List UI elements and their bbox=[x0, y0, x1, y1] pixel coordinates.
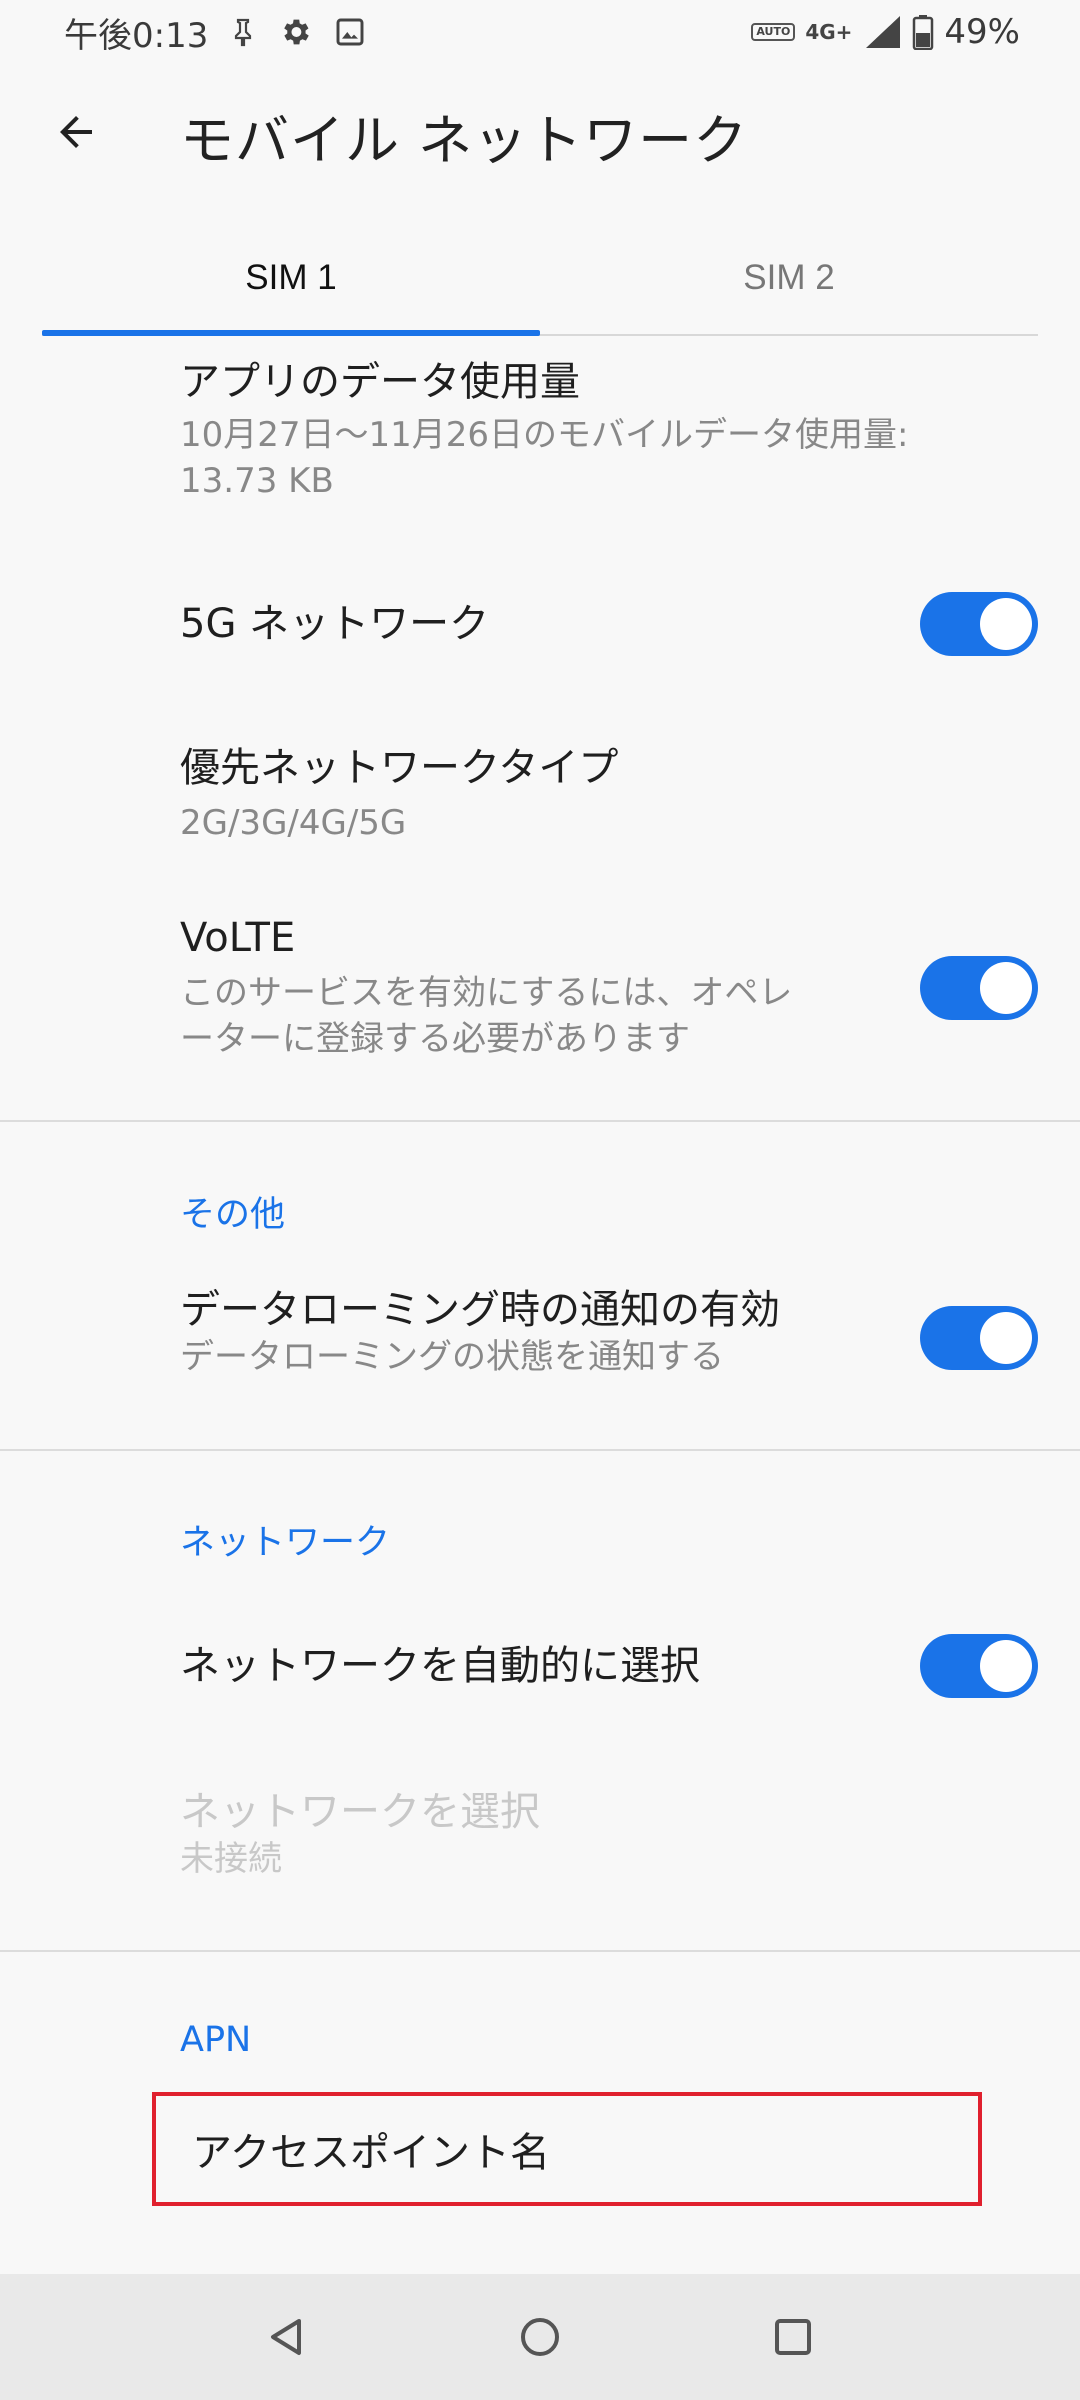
preferred-network-value: 2G/3G/4G/5G bbox=[180, 803, 407, 843]
nav-back-button[interactable] bbox=[247, 2297, 327, 2377]
nav-recents-button[interactable] bbox=[753, 2297, 833, 2377]
volte-desc-1: このサービスを有効にするには、オペレ bbox=[180, 973, 793, 1013]
section-header-network: ネットワーク bbox=[180, 1523, 391, 1563]
app-data-usage-item[interactable]: アプリのデータ使用量 10月27日～11月26日のモバイルデータ使用量: 13.… bbox=[180, 358, 1038, 504]
pin-icon bbox=[230, 17, 256, 47]
gear-icon bbox=[278, 15, 312, 49]
system-nav-bar bbox=[0, 2274, 1080, 2400]
auto-select-network-toggle[interactable] bbox=[920, 1634, 1038, 1698]
divider bbox=[0, 1449, 1080, 1451]
arrow-back-icon bbox=[60, 116, 92, 148]
volte-item[interactable]: VoLTE このサービスを有効にするには、オペレ ーターに登録する必要があります bbox=[180, 914, 840, 1062]
signal-icon bbox=[862, 14, 902, 50]
network-5g-toggle[interactable] bbox=[920, 592, 1038, 656]
tab-sim1[interactable]: SIM 1 bbox=[42, 220, 540, 336]
auto-select-network-item[interactable]: ネットワークを自動的に選択 bbox=[180, 1642, 840, 1690]
page-title: モバイル ネットワーク bbox=[180, 109, 749, 172]
circle-home-icon bbox=[520, 2318, 559, 2356]
image-icon bbox=[334, 16, 366, 48]
app-data-usage-period: 10月27日～11月26日のモバイルデータ使用量: bbox=[180, 415, 909, 455]
network-type-label: 4G+ bbox=[805, 20, 853, 44]
access-point-name-label: アクセスポイント名 bbox=[192, 2130, 550, 2176]
tab-sim2[interactable]: SIM 2 bbox=[540, 220, 1038, 336]
sim-tabs: SIM 1 SIM 2 bbox=[42, 220, 1038, 336]
select-network-title: ネットワークを選択 bbox=[180, 1789, 540, 1835]
roaming-notify-desc: データローミングの状態を通知する bbox=[180, 1337, 724, 1377]
app-bar: モバイル ネットワーク bbox=[0, 64, 1080, 200]
auto-hz-icon: AUTO bbox=[751, 23, 796, 41]
select-network-item: ネットワークを選択 未接続 bbox=[180, 1788, 1038, 1882]
network-5g-item[interactable]: 5G ネットワーク bbox=[180, 600, 840, 648]
back-button[interactable] bbox=[48, 104, 104, 160]
tab-indicator bbox=[42, 330, 540, 336]
divider bbox=[0, 1120, 1080, 1122]
status-bar: 午後0:13 AUTO 4G+ 49% bbox=[0, 0, 1080, 64]
select-network-status: 未接続 bbox=[180, 1839, 282, 1879]
square-recents-icon bbox=[775, 2319, 812, 2355]
roaming-notify-title: データローミング時の通知の有効 bbox=[180, 1287, 780, 1333]
app-data-usage-amount: 13.73 KB bbox=[180, 461, 334, 501]
preferred-network-item[interactable]: 優先ネットワークタイプ 2G/3G/4G/5G bbox=[180, 744, 1038, 846]
nav-home-button[interactable] bbox=[500, 2297, 580, 2377]
access-point-name-item[interactable]: アクセスポイント名 bbox=[152, 2092, 982, 2206]
auto-select-network-title: ネットワークを自動的に選択 bbox=[180, 1643, 700, 1689]
app-data-usage-title: アプリのデータ使用量 bbox=[180, 359, 580, 405]
volte-toggle[interactable] bbox=[920, 956, 1038, 1020]
section-header-other: その他 bbox=[180, 1195, 286, 1235]
roaming-notify-item[interactable]: データローミング時の通知の有効 データローミングの状態を通知する bbox=[180, 1286, 840, 1380]
roaming-notify-toggle[interactable] bbox=[920, 1306, 1038, 1370]
volte-title: VoLTE bbox=[180, 915, 296, 961]
volte-desc-2: ーターに登録する必要があります bbox=[180, 1019, 690, 1059]
section-header-apn: APN bbox=[180, 2020, 252, 2060]
status-time: 午後0:13 bbox=[64, 15, 209, 56]
triangle-back-icon bbox=[270, 2319, 301, 2355]
battery-percent: 49% bbox=[944, 12, 1020, 52]
network-5g-title: 5G ネットワーク bbox=[180, 601, 490, 647]
battery-icon bbox=[912, 14, 934, 50]
divider bbox=[0, 1950, 1080, 1952]
preferred-network-title: 優先ネットワークタイプ bbox=[180, 745, 619, 791]
